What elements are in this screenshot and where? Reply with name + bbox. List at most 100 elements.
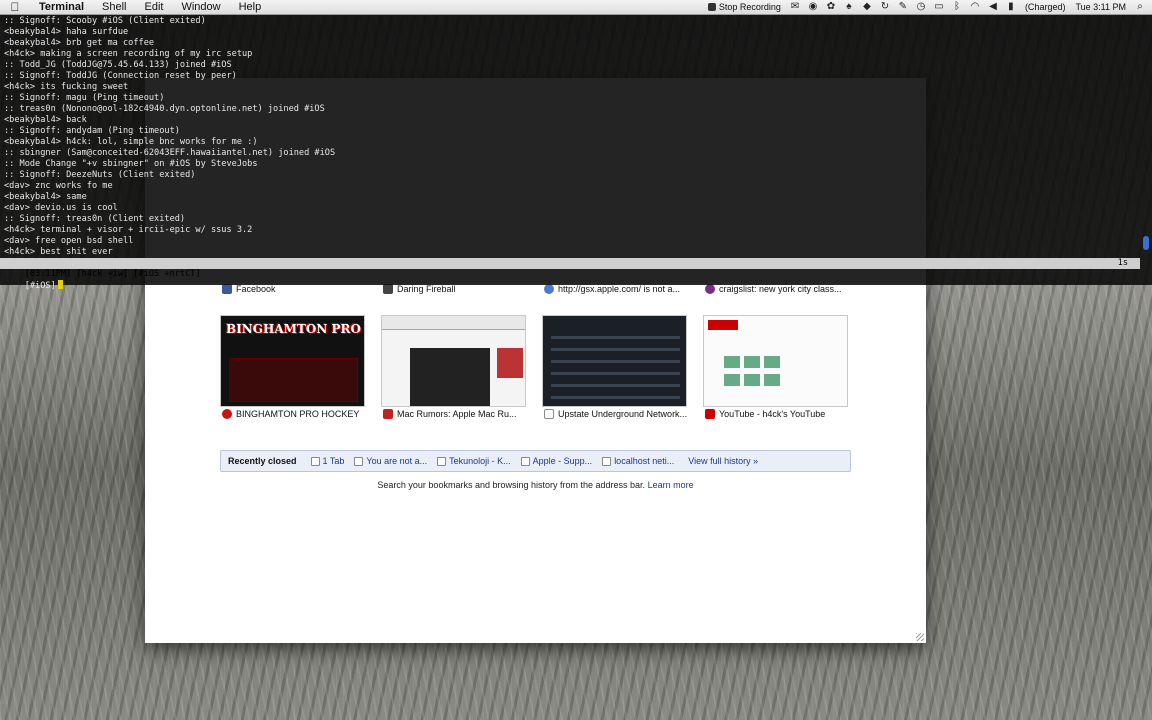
thumbnail-row	[551, 360, 680, 363]
site-label: http://gsx.apple.com/ is not a...	[558, 284, 681, 294]
script-icon[interactable]: ✎	[897, 2, 909, 12]
site-link-facebook[interactable]: Facebook	[222, 284, 367, 294]
wifi-icon[interactable]: ◠	[969, 2, 981, 12]
terminal-window[interactable]: :: Signoff: Scooby #iOS (Client exited) <…	[0, 15, 1152, 291]
terminal-line: <beakybal4> h4ck: lol, simple bnc works …	[4, 137, 258, 147]
mail-icon[interactable]: ✉	[789, 2, 801, 12]
thumbnail-macrumors[interactable]	[381, 315, 526, 407]
bluetooth-icon[interactable]: ᛒ	[951, 2, 963, 12]
menu-help[interactable]: Help	[230, 0, 271, 15]
recently-closed-title: Recently closed	[228, 456, 297, 466]
tab-icon	[310, 456, 320, 466]
sync-icon[interactable]: ↻	[879, 2, 891, 12]
thumbnail-row	[551, 336, 680, 339]
site-label: BINGHAMTON PRO HOCKEY	[236, 409, 360, 419]
resize-grip-icon[interactable]	[916, 633, 924, 641]
stop-recording-label: Stop Recording	[718, 2, 781, 12]
site-label: YouTube - h4ck's YouTube	[719, 409, 826, 419]
skype-icon[interactable]: ◉	[807, 2, 819, 12]
menu-edit[interactable]: Edit	[136, 0, 173, 15]
thumbnail-image	[744, 356, 760, 368]
thumbnail-row	[551, 396, 680, 399]
scrollbar-thumb[interactable]	[1143, 236, 1149, 250]
thumbnail-image	[764, 374, 780, 386]
battery-status[interactable]: (Charged)	[1023, 2, 1068, 12]
recently-closed-item[interactable]: Tekunoloji - K...	[437, 456, 511, 466]
site-link-gsx[interactable]: http://gsx.apple.com/ is not a...	[544, 284, 689, 294]
time-machine-icon[interactable]: ◷	[915, 2, 927, 12]
apple-support-icon	[520, 456, 530, 466]
learn-more-link[interactable]: Learn more	[648, 480, 694, 490]
most-visited-top-row: Facebook Daring Fireball http://gsx.appl…	[222, 284, 850, 294]
terminal-line: <dav> znc works fo me	[4, 181, 113, 191]
monitor-icon[interactable]: ▭	[933, 2, 945, 12]
site-link-daring-fireball[interactable]: Daring Fireball	[383, 284, 528, 294]
thumbnail-binghamton[interactable]: BINGHAMTON PRO	[220, 315, 365, 407]
clock[interactable]: Tue 3:11 PM	[1073, 2, 1128, 12]
terminal-line: <h4ck> making a screen recording of my i…	[4, 49, 253, 59]
terminal-line: <beakybal4> same	[4, 192, 87, 202]
irc-status-bar: [03:11PM] [h4ck +iw] [#iOS +nrtCT] 1s	[0, 258, 1140, 279]
page-icon	[544, 409, 554, 419]
site-link-youtube[interactable]: YouTube - h4ck's YouTube	[705, 409, 850, 419]
thumbnail-header	[382, 316, 525, 330]
terminal-prompt[interactable]: [#iOS]	[4, 269, 63, 291]
terminal-line: <beakybal4> haha surfdue	[4, 27, 129, 37]
site-link-binghamton[interactable]: BINGHAMTON PRO HOCKEY	[222, 409, 367, 419]
terminal-line: :: sbingner (Sam@conceited-62043EFF.hawa…	[4, 148, 336, 158]
site-link-upstate[interactable]: Upstate Underground Network...	[544, 409, 689, 419]
site-label: craigslist: new york city class...	[719, 284, 842, 294]
terminal-line: <h4ck> its fucking sweet	[4, 82, 129, 92]
terminal-line: :: Mode Change "+v sbingner" on #iOS by …	[4, 159, 258, 169]
most-visited-thumbnails: BINGHAMTON PRO	[220, 315, 848, 407]
battery-icon[interactable]: ▮	[1005, 2, 1017, 12]
recently-closed-item[interactable]: localhost neti...	[602, 456, 674, 466]
evernote-icon[interactable]: ♠	[843, 2, 855, 12]
growl-icon[interactable]: ✿	[825, 2, 837, 12]
dropbox-icon[interactable]: ◆	[861, 2, 873, 12]
macrumors-icon	[383, 409, 393, 419]
thumbnail-upstate[interactable]	[542, 315, 687, 407]
site-link-craigslist[interactable]: craigslist: new york city class...	[705, 284, 850, 294]
text-cursor	[57, 280, 63, 289]
terminal-line: :: Todd_JG (ToddJG@75.45.64.133) joined …	[4, 60, 232, 70]
google-icon	[602, 456, 612, 466]
page-icon	[354, 456, 364, 466]
page-icon	[437, 456, 447, 466]
terminal-line: :: Signoff: treas0n (Client exited)	[4, 214, 186, 224]
recently-closed-item[interactable]: 1 Tab	[310, 456, 345, 466]
terminal-line: :: Signoff: magu (Ping timeout)	[4, 93, 165, 103]
spotlight-search-icon[interactable]: ⌕	[1134, 2, 1146, 12]
stop-recording-button[interactable]: Stop Recording	[706, 2, 783, 12]
thumbnail-youtube[interactable]	[703, 315, 848, 407]
apple-menu-icon[interactable]: 	[0, 0, 30, 14]
site-link-macrumors[interactable]: Mac Rumors: Apple Mac Ru...	[383, 409, 528, 419]
terminal-line: <h4ck> terminal + visor + ircii-epic w/ …	[4, 225, 253, 235]
search-hint: Search your bookmarks and browsing histo…	[145, 480, 926, 490]
terminal-line: :: Signoff: DeezeNuts (Client exited)	[4, 170, 196, 180]
thumbnail-image	[724, 356, 740, 368]
terminal-line: :: Signoff: andydam (Ping timeout)	[4, 126, 180, 136]
recently-closed-item-label: You are not a...	[366, 456, 428, 466]
menu-window[interactable]: Window	[172, 0, 229, 15]
thumbnail-row	[551, 348, 680, 351]
site-label: Facebook	[236, 284, 276, 294]
recently-closed-item-label: 1 Tab	[322, 456, 345, 466]
volume-icon[interactable]: ◀	[987, 2, 999, 12]
recently-closed-item[interactable]: Apple - Supp...	[520, 456, 593, 466]
terminal-line: <beakybal4> back	[4, 115, 87, 125]
terminal-scrollbar[interactable]	[1142, 15, 1150, 285]
recently-closed-item[interactable]: You are not a...	[354, 456, 427, 466]
terminal-line: <h4ck> best shit ever	[4, 247, 113, 257]
irc-status-right: 1s	[1117, 258, 1128, 268]
terminal-line: :: Signoff: Scooby #iOS (Client exited)	[4, 16, 206, 26]
view-full-history-link[interactable]: View full history »	[688, 456, 758, 466]
terminal-output: :: Signoff: Scooby #iOS (Client exited) <…	[4, 16, 1134, 258]
recently-closed-item-label: Apple - Supp...	[532, 456, 593, 466]
thumbnail-title-text: BINGHAMTON PRO	[226, 322, 361, 336]
thumbnail-ad	[497, 348, 523, 378]
menu-app-name[interactable]: Terminal	[30, 0, 93, 15]
menu-extras: Stop Recording ✉ ◉ ✿ ♠ ◆ ↻ ✎ ◷ ▭ ᛒ ◠ ◀ ▮…	[706, 2, 1152, 12]
menu-shell[interactable]: Shell	[93, 0, 135, 15]
prompt-label: [#iOS]	[24, 281, 56, 291]
